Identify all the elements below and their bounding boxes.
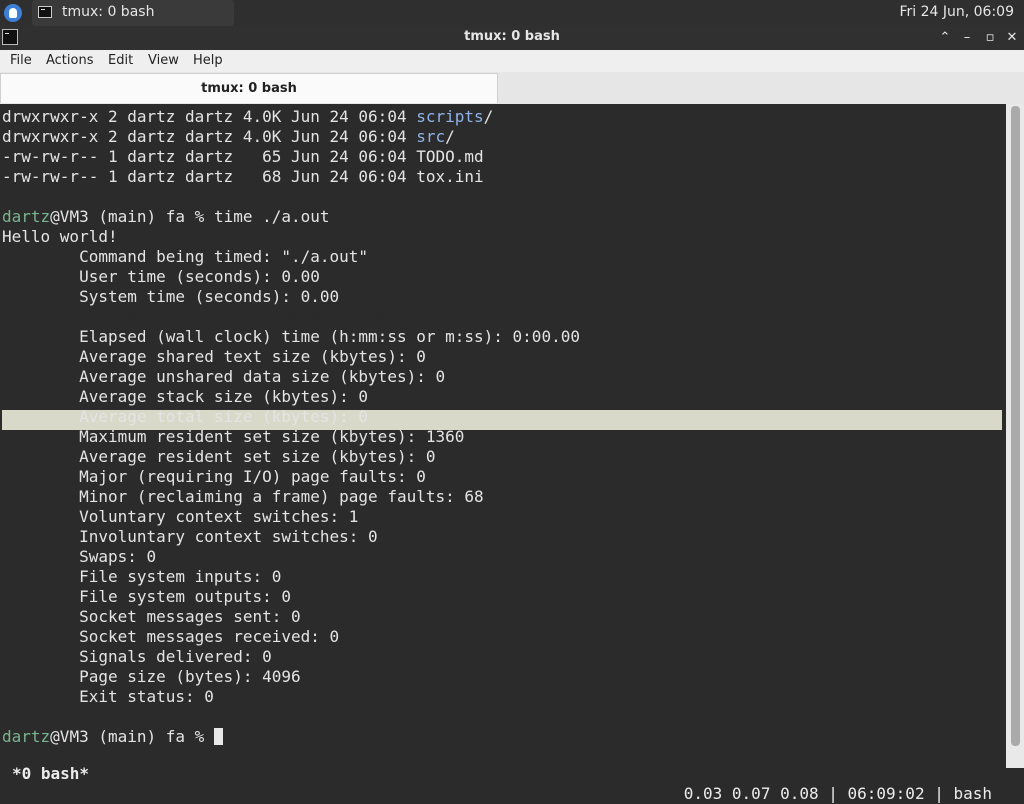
terminal-line: -rw-rw-r-- 1 dartz dartz 68 Jun 24 06:04… bbox=[2, 167, 484, 186]
terminal-line: drwxrwxr-x 2 dartz dartz 4.0K Jun 24 06:… bbox=[2, 107, 494, 126]
time-line: Involuntary context switches: 0 bbox=[2, 527, 378, 546]
terminal-line: Hello world! bbox=[2, 227, 118, 246]
time-line: Voluntary context switches: 1 bbox=[2, 507, 359, 526]
time-line: Page size (bytes): 4096 bbox=[2, 667, 301, 686]
command: time ./a.out bbox=[213, 207, 330, 226]
menu-view[interactable]: View bbox=[148, 53, 179, 68]
time-line: Average shared text size (kbytes): 0 bbox=[2, 347, 426, 366]
window-titlebar[interactable]: tmux: 0 bash ⌃ – ▫ ✕ bbox=[0, 26, 1024, 50]
terminal-view[interactable]: drwxrwxr-x 2 dartz dartz 4.0K Jun 24 06:… bbox=[0, 104, 1024, 768]
tmux-window-list[interactable]: *0 bash* bbox=[12, 764, 89, 784]
menu-bar: File Actions Edit View Help bbox=[0, 50, 1024, 73]
terminal-line-blank bbox=[2, 707, 580, 727]
time-line: Minor (reclaiming a frame) page faults: … bbox=[2, 487, 484, 506]
prompt-user: dartz bbox=[2, 207, 51, 226]
tmux-status-right: 0.03 0.07 0.08 | 06:09:02 | bash bbox=[683, 784, 992, 803]
app-launcher-icon[interactable] bbox=[4, 4, 22, 22]
time-line: User time (seconds): 0.00 bbox=[2, 267, 320, 286]
time-line: Swaps: 0 bbox=[2, 547, 157, 566]
vertical-scrollbar[interactable] bbox=[1006, 104, 1024, 768]
time-line: Average total size (kbytes): 0 bbox=[2, 407, 369, 426]
menu-file[interactable]: File bbox=[10, 53, 32, 68]
text-cursor bbox=[213, 728, 223, 745]
menu-actions[interactable]: Actions bbox=[46, 53, 94, 68]
time-line: Exit status: 0 bbox=[2, 687, 214, 706]
terminal-line-blank bbox=[2, 187, 580, 207]
prompt-line: dartz@VM3 (main) fa % time ./a.out bbox=[2, 207, 330, 226]
close-button[interactable]: ✕ bbox=[1003, 29, 1021, 47]
taskbar-item-tmux[interactable]: tmux: 0 bash bbox=[32, 0, 234, 26]
terminal-line: drwxrwxr-x 2 dartz dartz 4.0K Jun 24 06:… bbox=[2, 127, 455, 146]
menu-help[interactable]: Help bbox=[193, 53, 223, 68]
maximize-button[interactable]: ▫ bbox=[981, 29, 999, 47]
time-line: Signals delivered: 0 bbox=[2, 647, 272, 666]
minimize-button[interactable]: – bbox=[958, 29, 976, 47]
time-line: Average resident set size (kbytes): 0 bbox=[2, 447, 436, 466]
time-line: File system outputs: 0 bbox=[2, 587, 291, 606]
tab-label: tmux: 0 bash bbox=[201, 81, 297, 96]
time-line: Socket messages received: 0 bbox=[2, 627, 340, 646]
time-line: System time (seconds): 0.00 bbox=[2, 287, 340, 306]
time-line: Socket messages sent: 0 bbox=[2, 607, 301, 626]
clock[interactable]: Fri 24 Jun, 06:09 bbox=[899, 4, 1014, 20]
time-line: Elapsed (wall clock) time (h:mm:ss or m:… bbox=[2, 327, 580, 346]
tab-bar: tmux: 0 bash bbox=[0, 72, 1024, 104]
tab-tmux-bash[interactable]: tmux: 0 bash bbox=[0, 73, 498, 103]
time-line: Command being timed: "./a.out" bbox=[2, 247, 369, 266]
terminal-icon bbox=[38, 6, 52, 18]
tmux-status-bar: *0 bash* 0.03 0.07 0.08 | 06:09:02 | bas… bbox=[0, 744, 1006, 803]
time-line: Average unshared data size (kbytes): 0 bbox=[2, 367, 446, 386]
scrollbar-thumb[interactable] bbox=[1011, 106, 1020, 746]
shade-button[interactable]: ⌃ bbox=[936, 29, 954, 47]
top-panel: tmux: 0 bash Fri 24 Jun, 06:09 bbox=[0, 0, 1024, 26]
time-line: Maximum resident set size (kbytes): 1360 bbox=[2, 427, 465, 446]
time-line-selected: Percent of CPU this job got: 85% bbox=[2, 307, 388, 326]
time-line: File system inputs: 0 bbox=[2, 567, 282, 586]
menu-edit[interactable]: Edit bbox=[108, 53, 133, 68]
window-title: tmux: 0 bash bbox=[464, 29, 560, 44]
terminal-output: drwxrwxr-x 2 dartz dartz 4.0K Jun 24 06:… bbox=[2, 107, 580, 747]
time-line: Major (requiring I/O) page faults: 0 bbox=[2, 467, 426, 486]
time-line: Average stack size (kbytes): 0 bbox=[2, 387, 369, 406]
taskbar-item-label: tmux: 0 bash bbox=[62, 4, 155, 20]
terminal-line: -rw-rw-r-- 1 dartz dartz 65 Jun 24 06:04… bbox=[2, 147, 484, 166]
